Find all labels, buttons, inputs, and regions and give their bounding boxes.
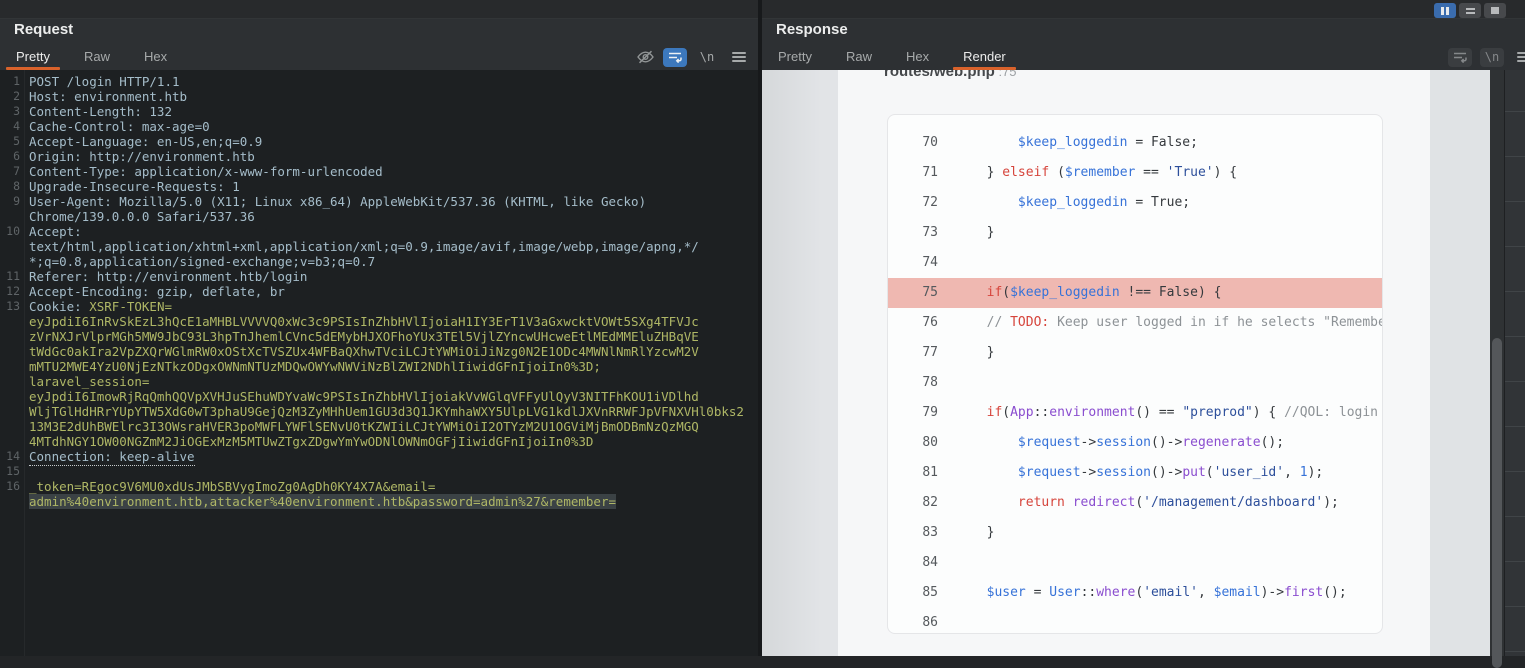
request-panel-title: Request bbox=[14, 21, 73, 38]
response-menu-icon[interactable] bbox=[1512, 48, 1525, 67]
response-panel: routes/web.php :75 70 $keep_loggedin = F… bbox=[762, 0, 1525, 656]
request-tab-raw[interactable]: Raw bbox=[78, 48, 116, 70]
request-line-10: 10Accept: bbox=[0, 224, 758, 239]
code-line-79: 79 if(App::environment() == "preprod") {… bbox=[888, 398, 1382, 428]
response-panel-title: Response bbox=[776, 21, 848, 38]
layout-buttons bbox=[1434, 3, 1506, 18]
request-menu-icon[interactable] bbox=[727, 48, 751, 67]
code-line-75: 75 if($keep_loggedin !== False) { bbox=[888, 278, 1382, 308]
request-editor[interactable]: 1POST /login HTTP/1.12Host: environment.… bbox=[0, 70, 758, 656]
request-line-wrap: *;q=0.8,application/signed-exchange;v=b3… bbox=[0, 254, 758, 269]
code-line-81: 81 $request->session()->put('user_id', 1… bbox=[888, 458, 1382, 488]
code-line-76: 76 // TODO: Keep user logged in if he se… bbox=[888, 308, 1382, 338]
request-line-9: 9User-Agent: Mozilla/5.0 (X11; Linux x86… bbox=[0, 194, 758, 209]
code-line-84: 84 bbox=[888, 548, 1382, 578]
code-line-70: 70 $keep_loggedin = False; bbox=[888, 128, 1382, 158]
request-line-wrap: admin%40environment.htb,attacker%40envir… bbox=[0, 494, 758, 509]
response-scrollbar[interactable] bbox=[1490, 70, 1504, 656]
request-line-wrap: text/html,application/xhtml+xml,applicat… bbox=[0, 239, 758, 254]
response-tab-raw[interactable]: Raw bbox=[840, 48, 878, 70]
request-line-wrap: WljTGlHdHRrYUpYTW5XdG0wT3phaU9GejQzM3ZyM… bbox=[0, 404, 758, 419]
newline-chars-icon[interactable]: \n bbox=[695, 48, 719, 67]
response-tab-hex[interactable]: Hex bbox=[900, 48, 935, 70]
request-line-wrap: Chrome/139.0.0.0 Safari/537.36 bbox=[0, 209, 758, 224]
request-line-wrap: eyJpdiI6InRvSkEzL3hQcE1aMHBLVVVVQ0xWc3c9… bbox=[0, 314, 758, 329]
visibility-off-icon[interactable] bbox=[636, 49, 655, 65]
code-line-85: 85 $user = User::where('email', $email)-… bbox=[888, 578, 1382, 608]
request-line-11: 11Referer: http://environment.htb/login bbox=[0, 269, 758, 284]
request-line-wrap: zVrNXJrVlprMGh5MW9JbC93L3hpTnJhemlCVnc5d… bbox=[0, 329, 758, 344]
request-line-2: 2Host: environment.htb bbox=[0, 89, 758, 104]
code-line-86: 86 bbox=[888, 608, 1382, 634]
request-line-1: 1POST /login HTTP/1.1 bbox=[0, 74, 758, 89]
request-line-5: 5Accept-Language: en-US,en;q=0.9 bbox=[0, 134, 758, 149]
word-wrap-icon[interactable] bbox=[1448, 48, 1472, 67]
code-line-71: 71 } elseif ($remember == 'True') { bbox=[888, 158, 1382, 188]
response-tab-render[interactable]: Render bbox=[957, 48, 1012, 70]
code-line-83: 83 } bbox=[888, 518, 1382, 548]
response-tabs: Pretty Raw Hex Render bbox=[772, 48, 1034, 70]
request-line-wrap: eyJpdiI6ImowRjRqQmhQQVpXVHJuSEhuWDYvaWc9… bbox=[0, 389, 758, 404]
request-line-wrap: 4MTdhNGY1OW00NGZmM2JiOGExMzM5MTUwZTgxZDg… bbox=[0, 434, 758, 449]
request-line-16: 16_token=REgoc9V6MU0xdUsJMbSBVygImoZg0Ag… bbox=[0, 479, 758, 494]
request-panel: Request Pretty Raw Hex \n bbox=[0, 0, 758, 656]
response-render-area: routes/web.php :75 70 $keep_loggedin = F… bbox=[762, 70, 1504, 656]
request-line-15: 15 bbox=[0, 464, 758, 479]
request-line-12: 12Accept-Encoding: gzip, deflate, br bbox=[0, 284, 758, 299]
code-line-72: 72 $keep_loggedin = True; bbox=[888, 188, 1382, 218]
word-wrap-icon[interactable] bbox=[663, 48, 687, 67]
request-tabs: Pretty Raw Hex bbox=[10, 48, 195, 70]
request-tab-hex[interactable]: Hex bbox=[138, 48, 173, 70]
request-line-wrap: 13M3E2dUhBWElrc3I3OWsraHVER3poMWFLYWFlSE… bbox=[0, 419, 758, 434]
code-line-74: 74 bbox=[888, 248, 1382, 278]
layout-single-button[interactable] bbox=[1484, 3, 1506, 18]
request-line-wrap: mMTU2MWE4YzU0NjEzNTkzODgxOWNmNTUzMDQwOWY… bbox=[0, 359, 758, 374]
newline-chars-icon[interactable]: \n bbox=[1480, 48, 1504, 67]
scrollbar-thumb[interactable] bbox=[1492, 338, 1502, 668]
request-tab-pretty[interactable]: Pretty bbox=[10, 48, 56, 70]
request-line-wrap: tWdGc0akIra2VpZXQrWGlmRW0xOStXcTVSZUx4WF… bbox=[0, 344, 758, 359]
inspector-collapsed-strip[interactable] bbox=[1504, 0, 1525, 656]
request-panel-header: Request Pretty Raw Hex \n bbox=[0, 0, 758, 70]
request-line-7: 7Content-Type: application/x-www-form-ur… bbox=[0, 164, 758, 179]
code-line-82: 82 return redirect('/management/dashboar… bbox=[888, 488, 1382, 518]
response-tab-pretty[interactable]: Pretty bbox=[772, 48, 818, 70]
request-line-14: 14Connection: keep-alive bbox=[0, 449, 758, 464]
request-line-3: 3Content-Length: 132 bbox=[0, 104, 758, 119]
request-line-13: 13Cookie: XSRF-TOKEN= bbox=[0, 299, 758, 314]
request-toolbar: \n bbox=[636, 48, 751, 66]
code-line-77: 77 } bbox=[888, 338, 1382, 368]
code-snippet-card: 70 $keep_loggedin = False;71 } elseif ($… bbox=[887, 114, 1383, 634]
layout-rows-button[interactable] bbox=[1459, 3, 1481, 18]
request-line-4: 4Cache-Control: max-age=0 bbox=[0, 119, 758, 134]
code-line-73: 73 } bbox=[888, 218, 1382, 248]
request-line-wrap: laravel_session= bbox=[0, 374, 758, 389]
layout-columns-button[interactable] bbox=[1434, 3, 1456, 18]
code-line-80: 80 $request->session()->regenerate(); bbox=[888, 428, 1382, 458]
response-toolbar: \n bbox=[1440, 48, 1525, 66]
response-panel-header: Response Pretty Raw Hex Render \n bbox=[762, 0, 1525, 70]
request-line-6: 6Origin: http://environment.htb bbox=[0, 149, 758, 164]
request-line-8: 8Upgrade-Insecure-Requests: 1 bbox=[0, 179, 758, 194]
code-line-78: 78 bbox=[888, 368, 1382, 398]
